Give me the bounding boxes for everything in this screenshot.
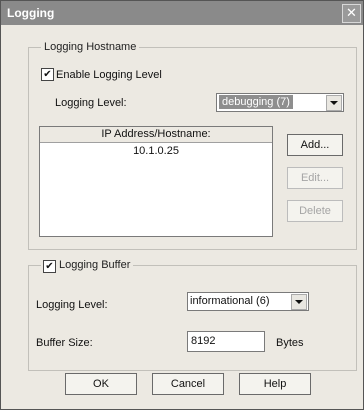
- buffer-size-unit: Bytes: [276, 337, 304, 349]
- table-header-ip-address: IP Address/Hostname:: [40, 127, 272, 143]
- hostname-table[interactable]: IP Address/Hostname: 10.1.0.25: [39, 126, 273, 237]
- logging-hostname-legend: Logging Hostname: [41, 41, 140, 53]
- buffer-logging-level-label: Logging Level:: [36, 299, 108, 311]
- table-row[interactable]: 10.1.0.25: [40, 145, 272, 157]
- ok-button[interactable]: OK: [65, 373, 137, 395]
- buffer-size-label: Buffer Size:: [36, 337, 93, 349]
- buffer-size-input[interactable]: 8192: [187, 331, 265, 352]
- buffer-size-value: 8192: [191, 335, 216, 347]
- enable-logging-level-label[interactable]: Enable Logging Level: [56, 69, 162, 81]
- enable-logging-level-checkbox[interactable]: ✔: [41, 68, 54, 81]
- edit-button[interactable]: Edit...: [287, 167, 343, 189]
- close-icon[interactable]: ✕: [342, 4, 361, 23]
- help-button[interactable]: Help: [239, 373, 311, 395]
- delete-button[interactable]: Delete: [287, 200, 343, 222]
- logging-buffer-group: Logging Buffer: [28, 259, 357, 371]
- logging-buffer-checkbox[interactable]: ✔: [43, 260, 56, 273]
- add-button[interactable]: Add...: [287, 134, 343, 156]
- hostname-logging-level-select[interactable]: debugging (7): [216, 93, 344, 112]
- buffer-logging-level-select[interactable]: informational (6): [187, 292, 309, 311]
- hostname-logging-level-value: debugging (7): [219, 95, 293, 109]
- title-bar[interactable]: Logging ✕: [1, 1, 363, 25]
- hostname-logging-level-label: Logging Level:: [55, 97, 127, 109]
- cancel-button[interactable]: Cancel: [152, 373, 224, 395]
- logging-buffer-label[interactable]: Logging Buffer: [59, 259, 130, 271]
- chevron-down-icon[interactable]: [326, 95, 342, 111]
- buffer-logging-level-value: informational (6): [190, 295, 270, 307]
- dialog-title: Logging: [7, 6, 55, 20]
- chevron-down-icon[interactable]: [291, 294, 307, 310]
- logging-dialog: Logging ✕ Logging Hostname ✔ Enable Logg…: [0, 0, 364, 410]
